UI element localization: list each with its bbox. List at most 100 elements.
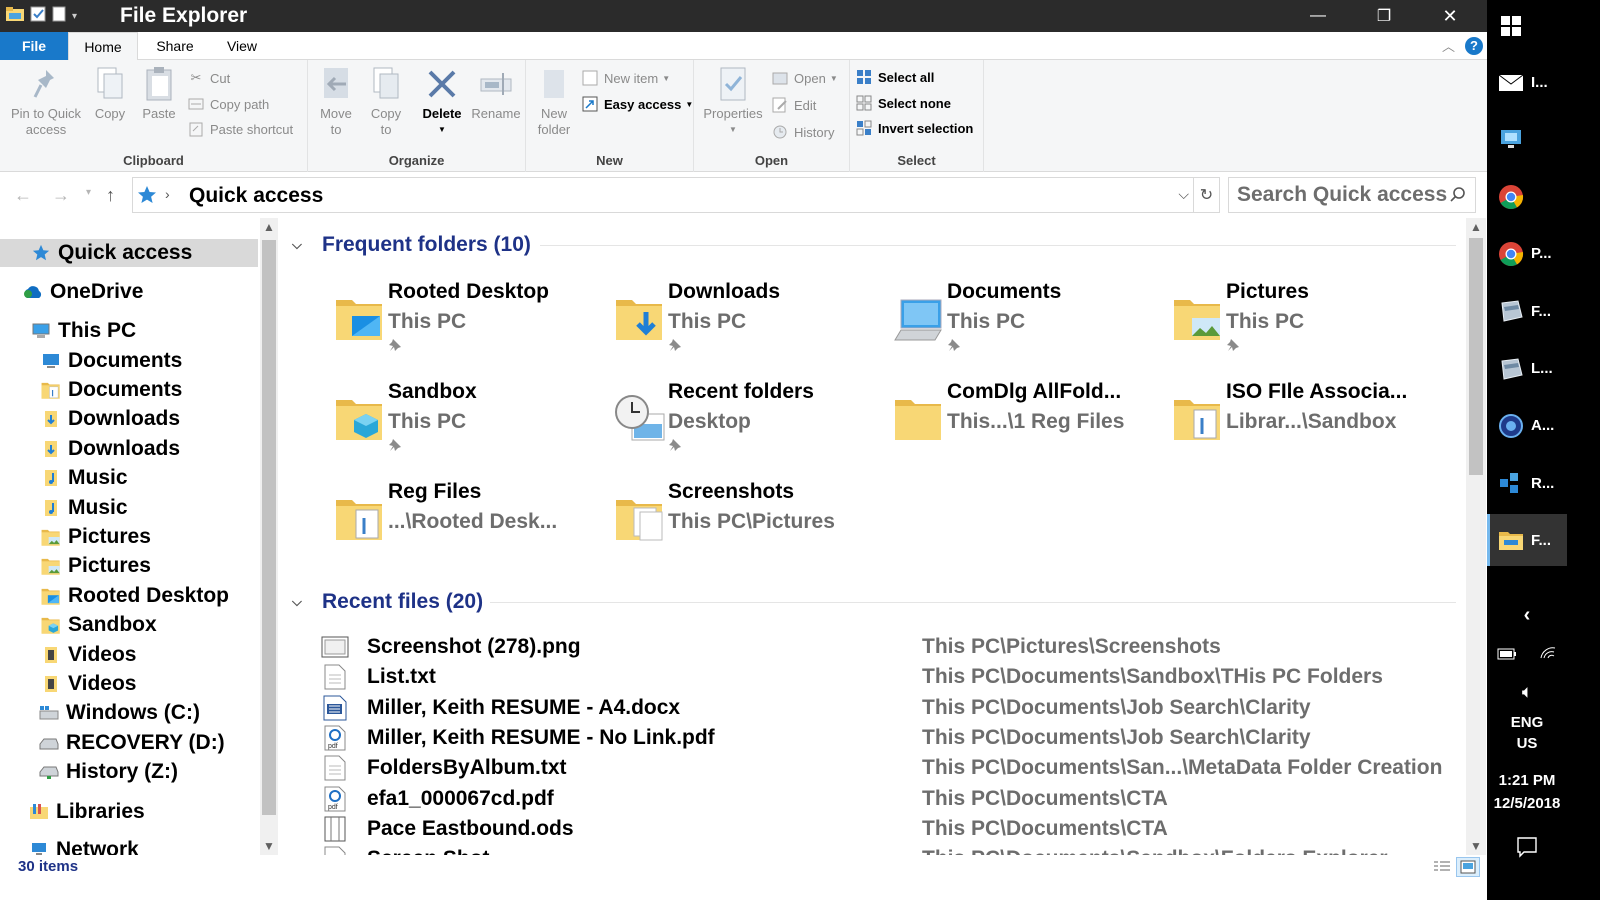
file-row[interactable]: Miller, Keith RESUME - A4.docx This PC\Do… [320, 693, 1460, 723]
folder-tile[interactable]: Downloads This PC [612, 280, 872, 370]
chevron-down-icon[interactable]: ⌵ [292, 594, 310, 610]
folder-tile[interactable]: Pictures This PC [1170, 280, 1430, 370]
open-button[interactable]: Open ▼ [772, 68, 838, 88]
taskbar-app-button[interactable] [1487, 113, 1567, 165]
file-row[interactable]: FoldersByAlbum.txt This PC\Documents\San.… [320, 753, 1460, 783]
forward-arrow-icon[interactable]: → [52, 185, 70, 206]
action-center-icon[interactable] [1487, 836, 1567, 862]
collapse-ribbon-icon[interactable]: ︿ [1442, 36, 1455, 55]
language-indicator[interactable]: ENG US [1487, 714, 1567, 752]
nav-item-onedrive[interactable]: OneDrive [0, 278, 258, 306]
taskbar-app-button[interactable]: F... [1487, 285, 1567, 337]
qat-dropdown-icon[interactable]: ▾ [72, 11, 77, 22]
folder-tile[interactable]: Screenshots This PC\Pictures [612, 480, 872, 570]
nav-item-downloads[interactable]: Downloads [0, 435, 258, 463]
large-icons-view-icon[interactable] [1456, 857, 1480, 877]
taskbar-app-button[interactable]: L... [1487, 343, 1567, 395]
nav-item-libraries[interactable]: Libraries [0, 798, 258, 826]
taskbar-app-button[interactable]: A... [1487, 400, 1567, 452]
pin-icon[interactable] [668, 438, 682, 457]
nav-item-videos[interactable]: Videos [0, 641, 258, 669]
navigation-scrollbar[interactable]: ▲ ▼ [260, 218, 278, 855]
search-input[interactable] [1237, 183, 1447, 207]
address-bar[interactable]: › Quick access ⌵ [132, 177, 1194, 213]
nav-item-network[interactable]: Network [0, 836, 258, 855]
address-dropdown-chevron-icon[interactable]: ⌵ [1178, 186, 1189, 203]
recent-files-header[interactable]: ⌵ Recent files (20) [292, 587, 483, 617]
copy-path-button[interactable]: Copy path [188, 94, 269, 114]
file-row[interactable]: Screenshot (278).png This PC\Pictures\Scr… [320, 632, 1460, 662]
close-button[interactable]: ✕ [1417, 0, 1483, 32]
scroll-up-icon[interactable]: ▲ [263, 220, 275, 234]
nav-item-history-z[interactable]: History (Z:) [0, 758, 258, 786]
folder-tile[interactable]: ComDlg AllFold... This...\1 Reg Files [891, 380, 1151, 470]
cut-button[interactable]: ✂ Cut [188, 68, 231, 88]
move-to-button[interactable]: Move to [314, 66, 358, 138]
scroll-thumb[interactable] [1469, 238, 1483, 475]
minimize-button[interactable]: — [1285, 0, 1351, 32]
paste-shortcut-button[interactable]: Paste shortcut [188, 119, 293, 139]
nav-item-music[interactable]: Music [0, 464, 258, 492]
new-folder-qat-icon[interactable] [52, 6, 66, 27]
file-row[interactable]: Pace Eastbound.ods This PC\Documents\CTA [320, 814, 1460, 844]
help-icon[interactable]: ? [1465, 37, 1483, 55]
file-row[interactable]: pdf Miller, Keith RESUME - No Link.pdf Thi… [320, 723, 1460, 753]
scroll-down-icon[interactable]: ▼ [1470, 839, 1482, 853]
nav-item-videos[interactable]: Videos [0, 670, 258, 698]
taskbar-app-button[interactable]: P... [1487, 228, 1567, 280]
recent-locations-chevron-icon[interactable]: ▾ [86, 187, 91, 198]
frequent-folders-header[interactable]: ⌵ Frequent folders (10) [292, 230, 531, 260]
taskbar-app-button[interactable] [1487, 171, 1567, 223]
start-button[interactable] [1487, 0, 1567, 52]
new-folder-button[interactable]: New folder [532, 66, 576, 138]
volume-icon[interactable]: 🔈︎ [1487, 684, 1567, 702]
nav-item-this-pc[interactable]: This PC [0, 317, 258, 345]
folder-tile[interactable]: Sandbox This PC [332, 380, 592, 470]
file-row[interactable]: pdf efa1_000067cd.pdf This PC\Documents\CT… [320, 784, 1460, 814]
new-item-button[interactable]: New item ▼ [582, 68, 670, 88]
chevron-down-icon[interactable]: ⌵ [292, 237, 310, 253]
copy-to-button[interactable]: Copy to [364, 66, 408, 138]
nav-item-pictures[interactable]: Pictures [0, 523, 258, 551]
paste-button[interactable]: Paste [136, 66, 182, 122]
tab-home[interactable]: Home [68, 32, 138, 61]
file-row[interactable]: List.txt This PC\Documents\Sandbox\THis P… [320, 662, 1460, 692]
folder-tile[interactable]: ISO FIle Associa... Librar...\Sandbox [1170, 380, 1430, 470]
scroll-up-icon[interactable]: ▲ [1470, 220, 1482, 234]
select-none-button[interactable]: Select none [856, 93, 951, 113]
taskbar-app-button[interactable]: R... [1487, 457, 1567, 509]
details-view-icon[interactable] [1430, 857, 1454, 877]
copy-button[interactable]: Copy [88, 66, 132, 122]
invert-selection-button[interactable]: Invert selection [856, 118, 973, 138]
edit-button[interactable]: Edit [772, 95, 816, 115]
back-arrow-icon[interactable]: ← [14, 185, 32, 206]
refresh-icon[interactable]: ↻ [1194, 177, 1220, 213]
breadcrumb-separator[interactable]: › [165, 186, 170, 202]
folder-tile[interactable]: Recent folders Desktop [612, 380, 872, 470]
battery-icon[interactable] [1497, 647, 1517, 664]
folder-tile[interactable]: Documents This PC [891, 280, 1151, 370]
nav-item-quick-access[interactable]: Quick access [0, 239, 258, 267]
rename-button[interactable]: Rename [470, 66, 522, 122]
pin-icon[interactable] [1226, 338, 1240, 357]
content-scrollbar[interactable]: ▲ ▼ [1466, 218, 1486, 855]
scroll-thumb[interactable] [262, 240, 276, 815]
pin-icon[interactable] [388, 338, 402, 357]
folder-tile[interactable]: Reg Files ...\Rooted Desk... [332, 480, 592, 570]
wifi-icon[interactable] [1539, 646, 1557, 664]
search-box[interactable] [1228, 177, 1476, 213]
breadcrumb-quick-access[interactable]: Quick access [189, 184, 323, 208]
history-button[interactable]: History [772, 122, 834, 142]
nav-item-rooted-desktop[interactable]: Rooted Desktop [0, 582, 258, 610]
nav-item-documents[interactable]: Documents [0, 347, 258, 375]
properties-qat-icon[interactable] [30, 6, 46, 27]
up-arrow-icon[interactable]: ↑ [106, 185, 115, 206]
properties-button[interactable]: Properties ▼ [698, 66, 768, 138]
pin-icon[interactable] [947, 338, 961, 357]
easy-access-button[interactable]: Easy access ▼ [582, 94, 693, 114]
restore-button[interactable]: ❐ [1351, 0, 1417, 32]
pin-icon[interactable] [668, 338, 682, 357]
pin-to-quick-access-button[interactable]: Pin to Quick access [4, 66, 88, 138]
nav-item-pictures[interactable]: Pictures [0, 552, 258, 580]
select-all-button[interactable]: Select all [856, 67, 934, 87]
